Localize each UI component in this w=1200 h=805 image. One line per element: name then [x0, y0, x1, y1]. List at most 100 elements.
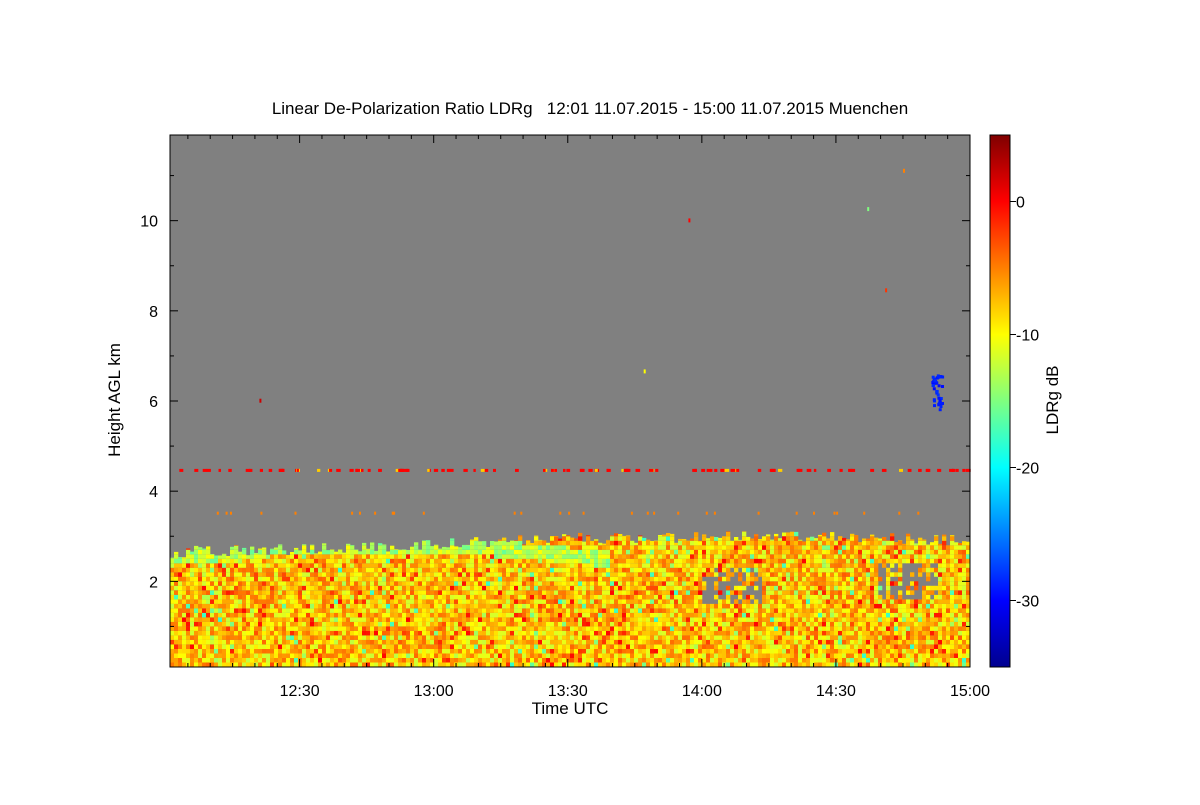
- ldr-cell: [466, 662, 471, 667]
- ldr-cell: [458, 608, 463, 613]
- ldr-cell: [858, 612, 863, 618]
- ldr-cell: [222, 608, 227, 613]
- ldr-cell: [706, 554, 711, 559]
- ldr-cell: [470, 549, 475, 555]
- ldr-cell: [866, 558, 871, 564]
- ldr-cell: [862, 581, 867, 586]
- ldr-cell: [378, 653, 383, 658]
- ldr-cell: [658, 649, 663, 654]
- ldr-cell: [590, 576, 595, 582]
- ldr-cell: [662, 534, 667, 537]
- ldr-cell: [742, 554, 747, 559]
- ldr-cell: [246, 563, 251, 568]
- ldr-cell: [222, 590, 227, 595]
- ldr-cell: [726, 567, 731, 573]
- ldr-cell: [802, 617, 807, 622]
- ldr-cell: [266, 608, 271, 613]
- ldr-cell: [354, 594, 359, 600]
- ldr-cell: [526, 635, 531, 640]
- ldr-cell: [738, 549, 743, 555]
- ldr-cell: [302, 549, 307, 555]
- ldr-cell: [694, 581, 699, 586]
- ldr-cell: [738, 603, 743, 609]
- ldr-cell: [442, 639, 447, 645]
- ldr-cell: [546, 621, 551, 627]
- ldr-cell: [474, 540, 479, 546]
- ldr-cell: [438, 567, 443, 573]
- ldr-cell: [554, 621, 559, 627]
- ldr-cell: [330, 608, 335, 613]
- ldr-cell: [882, 630, 887, 636]
- ldr-cell: [486, 653, 491, 658]
- ldr-cell: [482, 563, 487, 568]
- ldr-cell: [570, 599, 575, 604]
- ldr-cell: [842, 649, 847, 654]
- ldr-cell: [338, 617, 343, 622]
- ldr-cell: [622, 567, 627, 573]
- ldr-cell: [782, 621, 787, 627]
- ldr-cell: [350, 549, 355, 555]
- ldr-cell: [518, 576, 523, 582]
- ldr-cell: [538, 612, 543, 618]
- ldr-cell: [626, 567, 631, 573]
- ldr-cell: [190, 551, 195, 555]
- ldr-cell: [850, 612, 855, 618]
- ldr-cell: [714, 581, 719, 586]
- ldr-cell: [174, 599, 179, 604]
- ldr-cell: [258, 554, 263, 559]
- ldr-cell: [262, 608, 267, 613]
- ldr-cell: [422, 612, 427, 618]
- ldr-cell: [466, 544, 471, 546]
- ldr-cell: [286, 621, 291, 627]
- ldr-cell: [530, 639, 535, 645]
- ldr-cell: [270, 554, 275, 559]
- ldr-cell: [630, 599, 635, 604]
- ldr-cell: [838, 567, 843, 573]
- ldr-cell: [254, 585, 259, 591]
- ldr-cell: [618, 612, 623, 618]
- ldr-cell: [554, 581, 559, 586]
- ldr-cell: [798, 658, 803, 663]
- ldr-cell: [358, 558, 363, 564]
- ldr-cell: [658, 603, 663, 609]
- ldr-cell: [546, 639, 551, 645]
- ldr-cell: [526, 603, 531, 609]
- ldr-cell: [522, 599, 527, 604]
- ldr-cell: [398, 563, 403, 568]
- ldr-cell: [882, 649, 887, 654]
- ldr-cell: [838, 536, 843, 537]
- ldr-cell: [258, 558, 263, 564]
- ldr-cell: [286, 585, 291, 591]
- ldr-cell: [762, 617, 767, 622]
- ldr-cell: [814, 545, 819, 550]
- ldr-cell: [250, 612, 255, 618]
- ldr-cell: [838, 630, 843, 636]
- ldr-cell: [266, 590, 271, 595]
- ldr-cell: [226, 603, 231, 609]
- ldr-cell: [210, 572, 215, 577]
- ldr-cell: [390, 599, 395, 604]
- ldr-cell: [698, 635, 703, 640]
- ldr-cell: [514, 585, 519, 591]
- ldr-cell: [294, 594, 299, 600]
- ldr-cell: [870, 630, 875, 636]
- ldr-cell: [242, 649, 247, 654]
- ldr-cell: [830, 558, 835, 564]
- ldr-cell: [626, 585, 631, 591]
- ldr-cell: [410, 572, 415, 577]
- ldr-cell: [438, 626, 443, 631]
- ldr-cell: [874, 572, 879, 577]
- ldr-cell: [850, 576, 855, 582]
- ldr-cell: [538, 658, 543, 663]
- ldr-cell: [258, 581, 263, 586]
- ldr-cell: [810, 594, 815, 600]
- ldr-cell: [698, 649, 703, 654]
- ldr-cell: [886, 594, 891, 600]
- ldr-cell: [270, 576, 275, 582]
- ldr-cell: [450, 538, 455, 541]
- ldr-cell: [482, 658, 487, 663]
- ldr-cell: [670, 540, 675, 546]
- ldr-cell: [282, 658, 287, 663]
- ldr-cell: [522, 594, 527, 600]
- ldr-cell: [358, 576, 363, 582]
